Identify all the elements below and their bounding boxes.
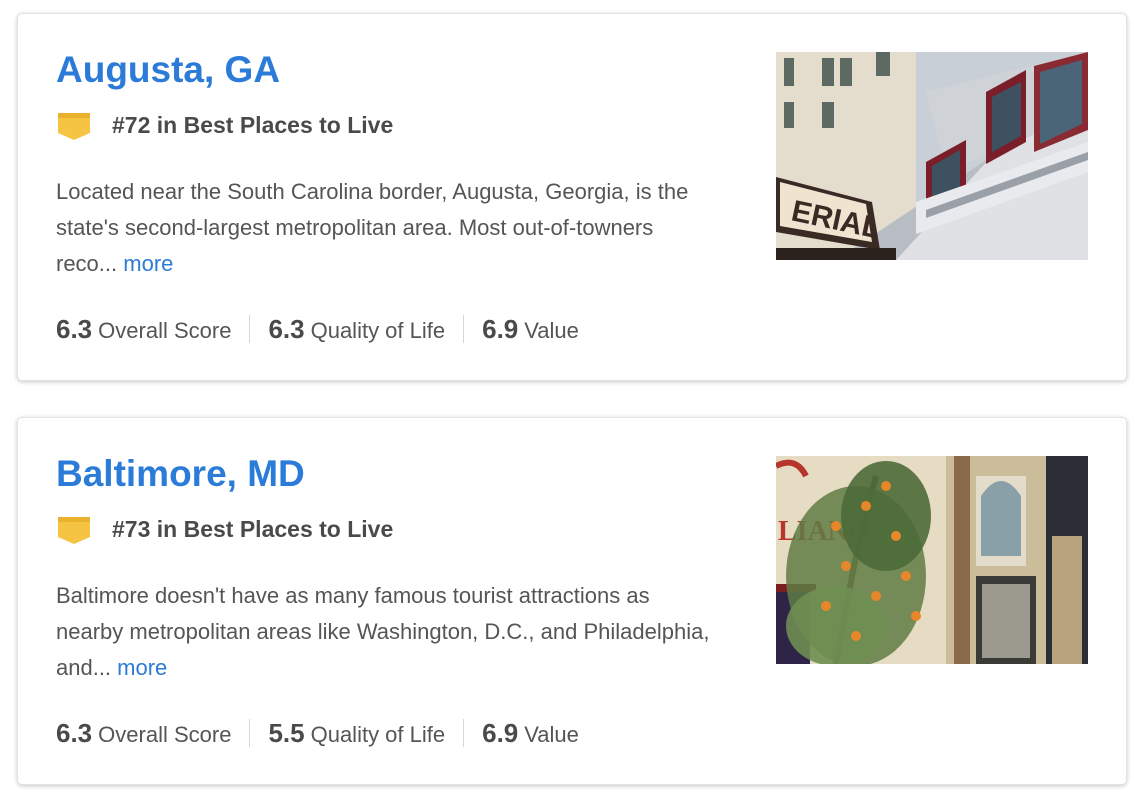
place-description: Located near the South Carolina border, …	[56, 174, 716, 282]
overall-score: 6.3 Overall Score	[56, 718, 231, 749]
score-value: 6.9	[482, 313, 519, 344]
place-card: Augusta, GA #72 in Best Places to Live L…	[17, 13, 1127, 381]
rank-text[interactable]: #73 in Best Places to Live	[112, 516, 393, 543]
value-score: 6.9 Value	[482, 314, 579, 345]
rank-badge-icon	[56, 109, 92, 141]
score-label: Value	[524, 317, 579, 343]
quality-of-life-score: 6.3 Quality of Life	[268, 314, 445, 345]
place-title-link[interactable]: Augusta, GA	[56, 48, 280, 92]
score-value: 6.9	[482, 717, 519, 748]
rank-badge-icon	[56, 513, 92, 545]
rank-text[interactable]: #72 in Best Places to Live	[112, 112, 393, 139]
score-divider	[249, 315, 251, 343]
score-value: 6.3	[56, 717, 93, 748]
overall-score: 6.3 Overall Score	[56, 314, 231, 345]
place-title-link[interactable]: Baltimore, MD	[56, 452, 305, 496]
score-divider	[463, 719, 465, 747]
score-label: Value	[524, 721, 579, 747]
place-card: Baltimore, MD #73 in Best Places to Live…	[17, 417, 1127, 785]
score-label: Overall Score	[98, 721, 232, 747]
score-value: 6.3	[56, 313, 93, 344]
score-divider	[463, 315, 465, 343]
score-label: Quality of Life	[310, 721, 446, 747]
score-divider	[249, 719, 251, 747]
score-row: 6.3 Overall Score 5.5 Quality of Life 6.…	[56, 714, 579, 752]
more-link[interactable]: more	[117, 655, 167, 680]
baltimore-mural-photo[interactable]: LIANO	[776, 456, 1088, 664]
rank-row: #73 in Best Places to Live	[56, 512, 393, 546]
score-label: Quality of Life	[310, 317, 446, 343]
augusta-building-photo[interactable]: ERIAL	[776, 52, 1088, 260]
score-row: 6.3 Overall Score 6.3 Quality of Life 6.…	[56, 310, 579, 348]
more-link[interactable]: more	[123, 251, 173, 276]
score-label: Overall Score	[98, 317, 232, 343]
score-value: 5.5	[268, 717, 305, 748]
quality-of-life-score: 5.5 Quality of Life	[268, 718, 445, 749]
rank-row: #72 in Best Places to Live	[56, 108, 393, 142]
value-score: 6.9 Value	[482, 718, 579, 749]
places-list: Augusta, GA #72 in Best Places to Live L…	[0, 0, 1140, 802]
score-value: 6.3	[268, 313, 305, 344]
place-description: Baltimore doesn't have as many famous to…	[56, 578, 716, 686]
